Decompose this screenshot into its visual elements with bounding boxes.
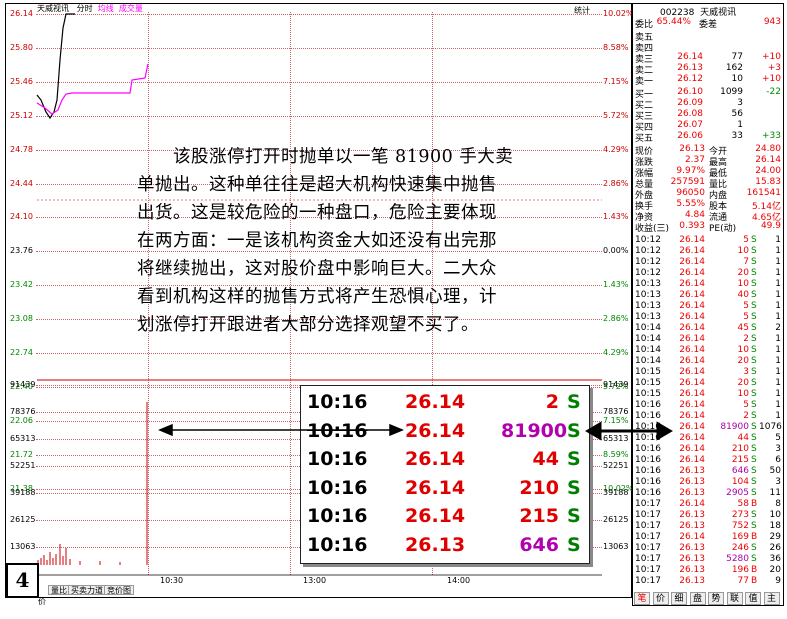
quote-tab[interactable]: 盘 <box>689 592 706 605</box>
quote-tab[interactable]: 主 <box>763 592 780 605</box>
figure-number: 4 <box>6 563 39 598</box>
quote-tab[interactable]: 细 <box>671 592 687 605</box>
quote-tab[interactable]: 值 <box>745 592 761 605</box>
quote-tab[interactable]: 势 <box>708 592 724 605</box>
left-arrow-icon <box>158 423 404 437</box>
quote-tab[interactable]: 联 <box>726 592 743 605</box>
quote-tab[interactable]: 笔 <box>634 592 650 605</box>
quote-tab[interactable]: 价 <box>652 592 669 605</box>
annotation-arrows <box>158 421 673 441</box>
right-arrow-icon <box>585 421 673 441</box>
